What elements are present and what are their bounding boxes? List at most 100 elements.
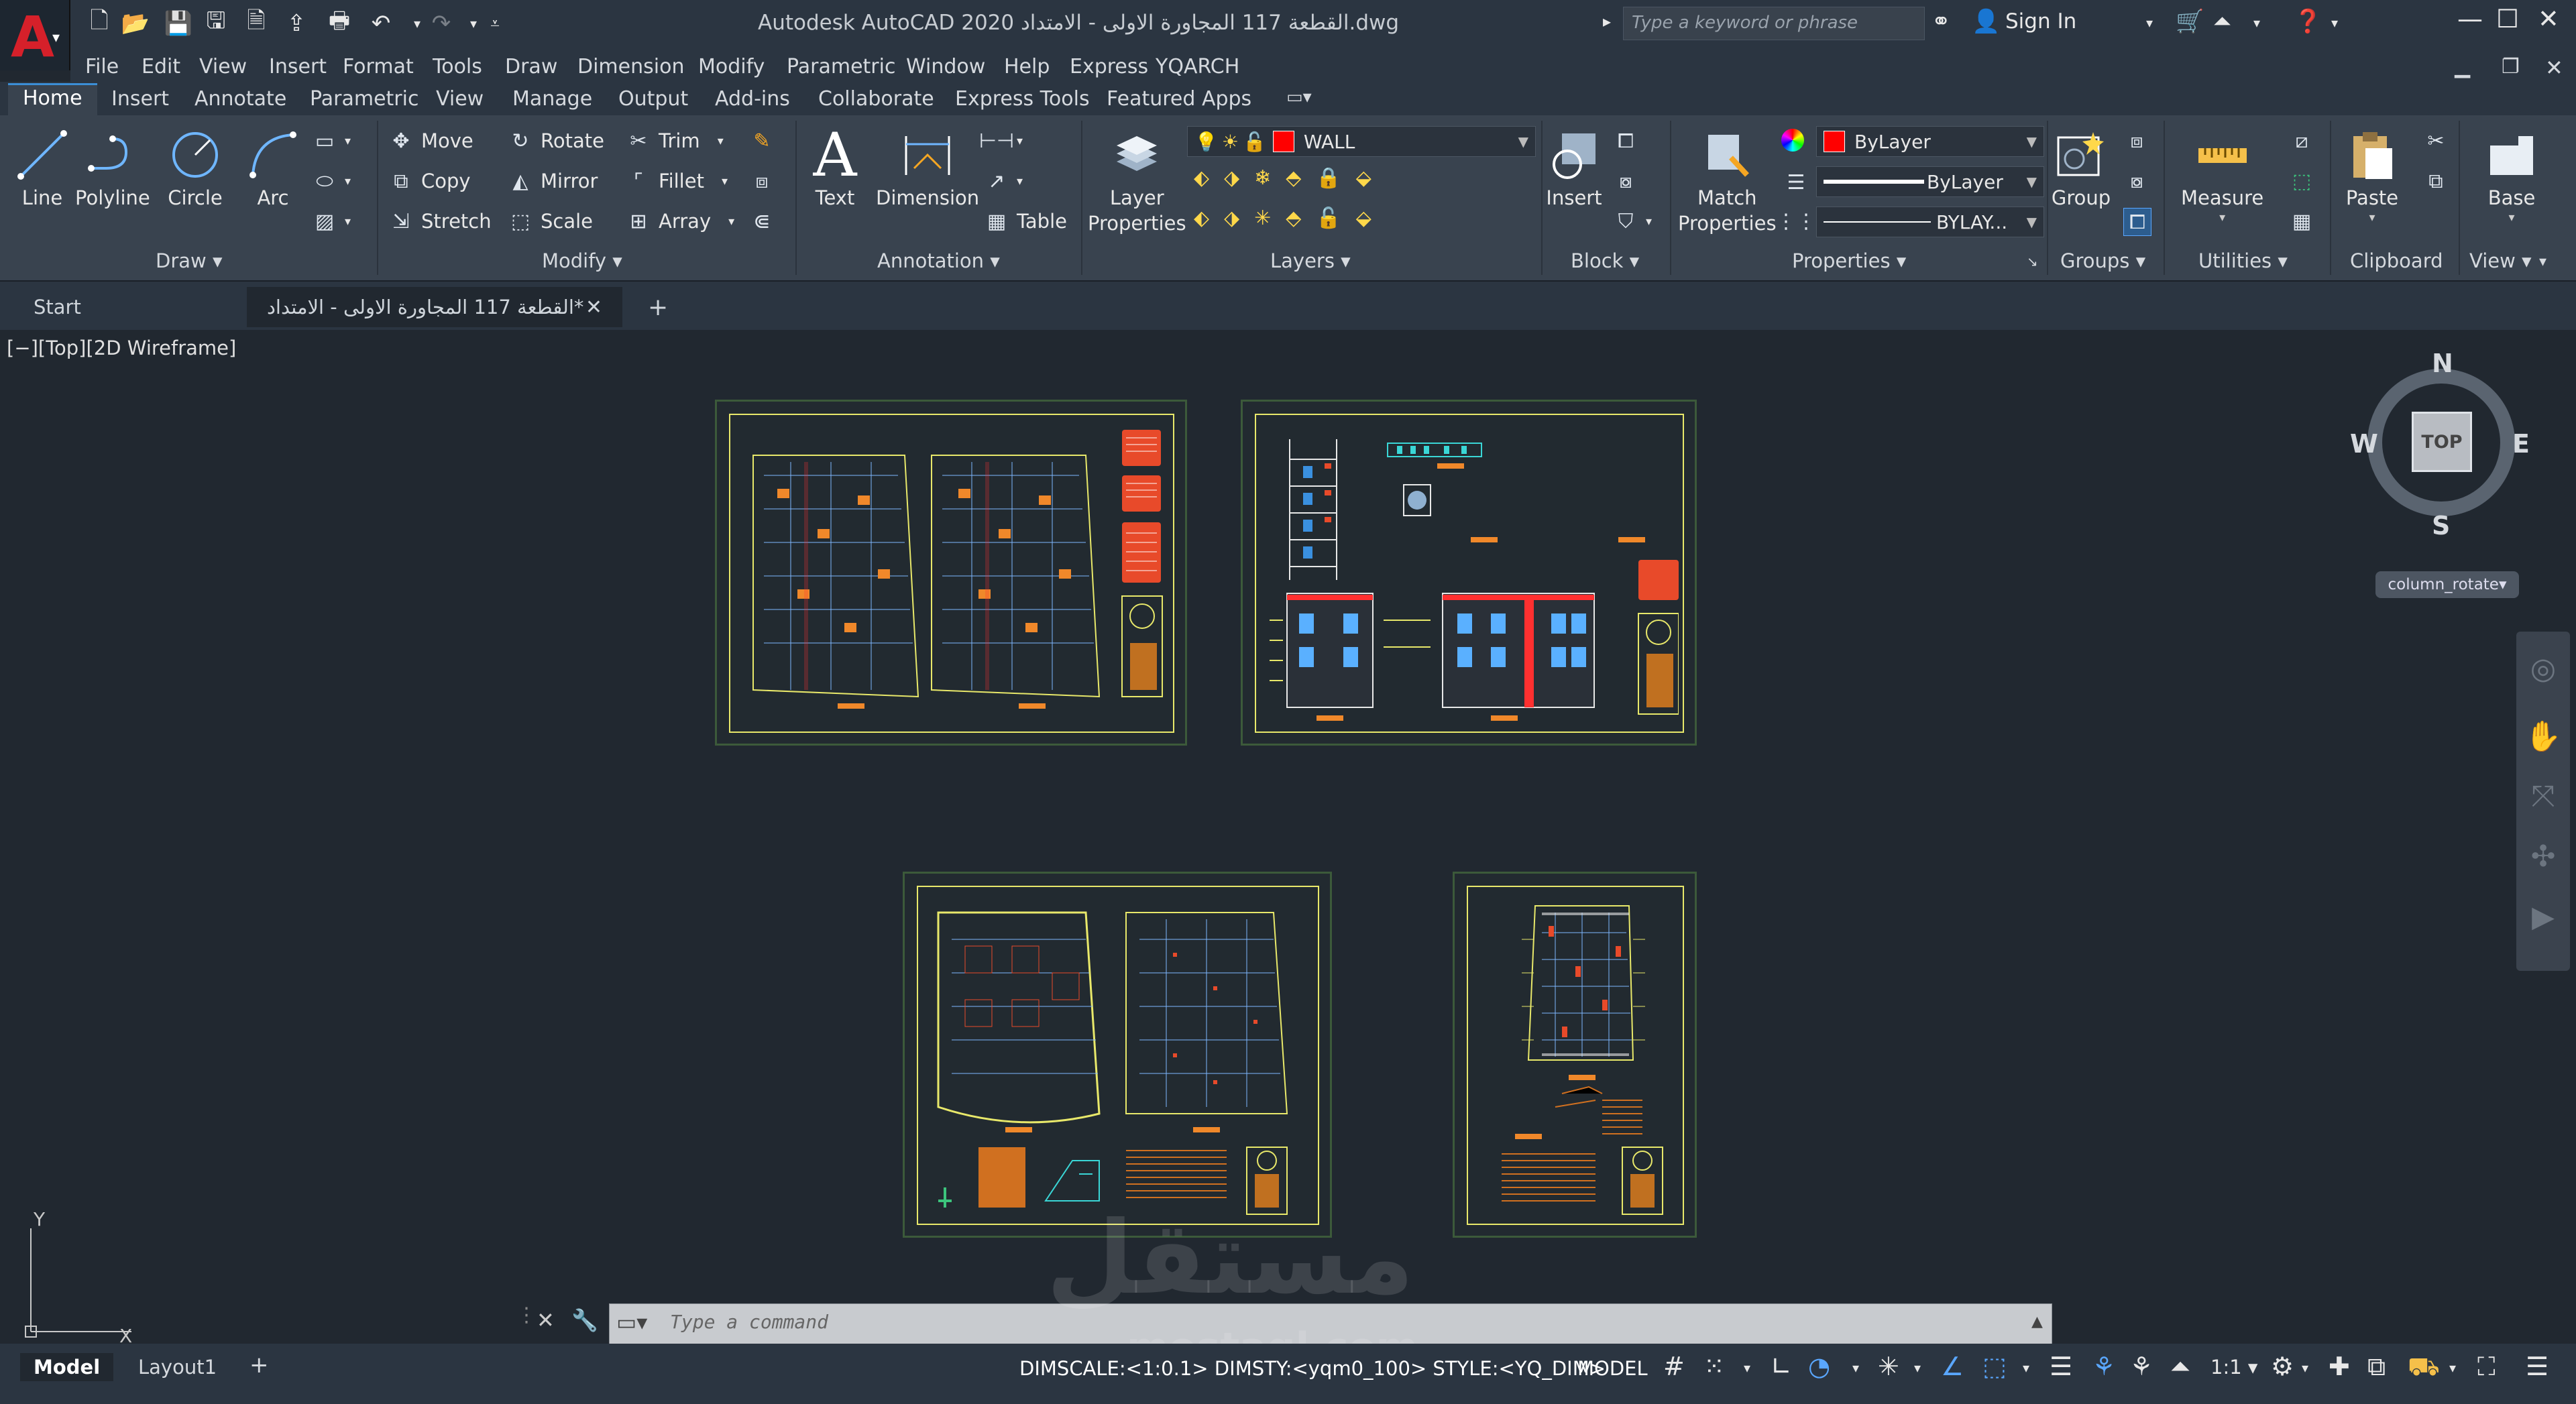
layer-match-icon[interactable]: ⬙ xyxy=(1356,166,1371,190)
menu-modify[interactable]: Modify xyxy=(698,55,765,78)
menu-edit[interactable]: Edit xyxy=(142,55,180,78)
annotation-visibility-icon[interactable]: ⚘ xyxy=(2092,1352,2115,1381)
menu-express[interactable]: Express xyxy=(1070,55,1148,78)
group-selection-toggle[interactable]: ⧠ xyxy=(2123,208,2151,236)
orbit-icon[interactable]: ✣ xyxy=(2516,839,2570,874)
linetype-dropdown[interactable]: BYLAY... ▼ xyxy=(1816,207,2044,237)
sign-in-link[interactable]: Sign In xyxy=(2005,9,2076,34)
menu-view[interactable]: View xyxy=(199,55,247,78)
new-tab-icon[interactable]: + xyxy=(634,287,682,327)
copy-clip-button[interactable]: ⧉ xyxy=(2422,168,2449,194)
block-panel-label[interactable]: Block ▾ xyxy=(1571,249,1639,272)
maximize-icon[interactable]: ☐ xyxy=(2496,4,2519,34)
tab-view[interactable]: View xyxy=(421,86,498,112)
tab-home[interactable]: Home xyxy=(8,83,97,115)
menu-parametric[interactable]: Parametric xyxy=(787,55,895,78)
help-dropdown-icon[interactable]: ▾ xyxy=(2331,15,2338,31)
units-icon[interactable]: ⧉ xyxy=(2367,1352,2386,1382)
tab-collaborate[interactable]: Collaborate xyxy=(803,86,949,112)
menu-dimension[interactable]: Dimension xyxy=(577,55,684,78)
table-button[interactable]: ▦ Table xyxy=(983,208,1067,235)
ribbon-minimize-icon[interactable]: ▭▾ xyxy=(1272,86,1327,109)
lineweight-toggle-icon[interactable]: ☰ xyxy=(2050,1352,2072,1381)
drawing-sheet-floor-plans[interactable] xyxy=(715,400,1187,746)
menu-help[interactable]: Help xyxy=(1004,55,1050,78)
search-expand-icon[interactable]: ▸ xyxy=(1603,12,1611,31)
base-view-button[interactable]: Base ▾ xyxy=(2481,125,2542,225)
linetype-button[interactable]: ⋮⋮ xyxy=(1776,208,1816,235)
polyline-button[interactable]: Polyline xyxy=(75,125,150,211)
save-web-icon[interactable]: ⇪ xyxy=(282,8,311,39)
steering-wheel-icon[interactable]: ◎ xyxy=(2516,652,2570,686)
hatch-button[interactable]: ▨ ▾ xyxy=(311,208,351,235)
layer-off-icon[interactable]: ⬘ xyxy=(1286,166,1301,190)
open-icon[interactable]: 📂 xyxy=(121,8,150,39)
properties-launcher-icon[interactable]: ↘ xyxy=(2027,253,2038,270)
tab-add-ins[interactable]: Add-ins xyxy=(700,86,805,112)
minimize-icon[interactable]: — xyxy=(2457,4,2483,34)
annotation-scale-value[interactable]: 1:1 ▾ xyxy=(2210,1356,2257,1379)
color-wheel-button[interactable] xyxy=(1781,129,1804,152)
draw-panel-label[interactable]: Draw ▾ xyxy=(156,249,223,272)
command-prompt-icon[interactable]: ▭▾ xyxy=(616,1309,647,1335)
help-icon[interactable]: ❓ xyxy=(2294,8,2322,35)
command-grip-icon[interactable]: ⋮ xyxy=(516,1303,537,1345)
menu-file[interactable]: File xyxy=(85,55,119,78)
layers-panel-label[interactable]: Layers ▾ xyxy=(1270,249,1351,272)
edit-block-button[interactable]: ⧇ xyxy=(1612,168,1639,194)
object-snap-icon[interactable]: ⬚ xyxy=(1982,1352,2007,1381)
layer-copy-icon[interactable]: ⬗ xyxy=(1224,207,1239,230)
user-icon[interactable]: 👤 xyxy=(1972,8,2000,35)
doc-restore-icon[interactable]: ❐ xyxy=(2502,55,2520,78)
move-button[interactable]: ✥ Move xyxy=(388,127,473,154)
autodesk-app-icon[interactable]: ⏶ xyxy=(2213,8,2231,35)
annotation-panel-label[interactable]: Annotation ▾ xyxy=(877,249,1000,272)
file-tab-drawing[interactable]: القطعة 117 المجاورة الاولى - الامتداد* ✕ xyxy=(247,287,622,327)
offset-button[interactable]: ⋐ xyxy=(748,208,775,235)
workspace-dropdown-icon[interactable]: ▾ xyxy=(2302,1360,2308,1376)
erase-button[interactable]: ✎ xyxy=(748,127,775,154)
tab-output[interactable]: Output xyxy=(604,86,703,112)
tab-model[interactable]: Model xyxy=(20,1353,114,1381)
layer-lock-icon[interactable]: 🔒 xyxy=(1316,166,1341,190)
circle-button[interactable]: Circle xyxy=(165,125,225,211)
hardware-acceleration-icon[interactable]: ⛟ xyxy=(2408,1352,2440,1385)
file-tab-close-icon[interactable]: ✕ xyxy=(585,296,602,319)
plot-icon[interactable]: 🖶 xyxy=(325,7,354,39)
grid-icon[interactable]: # xyxy=(1663,1352,1685,1381)
menu-yqarch[interactable]: YQARCH xyxy=(1156,55,1239,78)
menu-format[interactable]: Format xyxy=(343,55,414,78)
drawing-sheet-elevations[interactable] xyxy=(1241,400,1697,746)
create-block-button[interactable]: ⧠ xyxy=(1612,127,1639,154)
layer-current-icon[interactable]: ⬖ xyxy=(1194,207,1209,230)
customize-qat-icon[interactable]: ⩡ xyxy=(480,8,510,39)
layer-freeze-icon[interactable]: ❄ xyxy=(1254,166,1271,190)
tab-annotate[interactable]: Annotate xyxy=(180,86,301,112)
layer-unlock-all-icon[interactable]: 🔓 xyxy=(1316,207,1341,230)
tab-insert[interactable]: Insert xyxy=(97,86,184,112)
tab-express-tools[interactable]: Express Tools xyxy=(940,86,1105,112)
isodraft-dropdown-icon[interactable]: ▾ xyxy=(1914,1360,1921,1376)
measure-button[interactable]: Measure ▾ xyxy=(2181,125,2263,225)
utilities-panel-label[interactable]: Utilities ▾ xyxy=(2198,249,2288,272)
paste-button[interactable]: Paste ▾ xyxy=(2342,125,2402,225)
text-button[interactable]: A Text xyxy=(805,120,865,211)
menu-draw[interactable]: Draw xyxy=(505,55,557,78)
customization-menu-icon[interactable]: ☰ xyxy=(2526,1352,2549,1381)
save-as-icon[interactable]: 🖫 xyxy=(201,7,231,39)
tab-layout1[interactable]: Layout1 xyxy=(125,1353,230,1381)
menu-window[interactable]: Window xyxy=(906,55,985,78)
scale-button[interactable]: ⬚ Scale xyxy=(507,208,593,235)
explode-button[interactable]: ⧈ xyxy=(748,168,775,194)
annotation-autoscale-icon[interactable]: ⚘ xyxy=(2130,1352,2153,1381)
layer-properties-button[interactable]: Layer Properties xyxy=(1088,125,1186,236)
drawing-sheet-roof[interactable] xyxy=(1453,872,1697,1238)
command-input[interactable]: Type a command xyxy=(670,1311,828,1333)
redo-icon[interactable]: ↷ xyxy=(427,8,456,39)
match-properties-button[interactable]: Match Properties xyxy=(1678,125,1777,236)
menu-insert[interactable]: Insert xyxy=(269,55,327,78)
select-all-button[interactable]: ⬚ xyxy=(2288,168,2315,194)
trim-button[interactable]: ✂ Trim ▾ xyxy=(625,127,723,154)
drawing-sheet-foundation[interactable] xyxy=(903,872,1332,1238)
layer-walk-icon[interactable]: ✳ xyxy=(1254,207,1271,230)
